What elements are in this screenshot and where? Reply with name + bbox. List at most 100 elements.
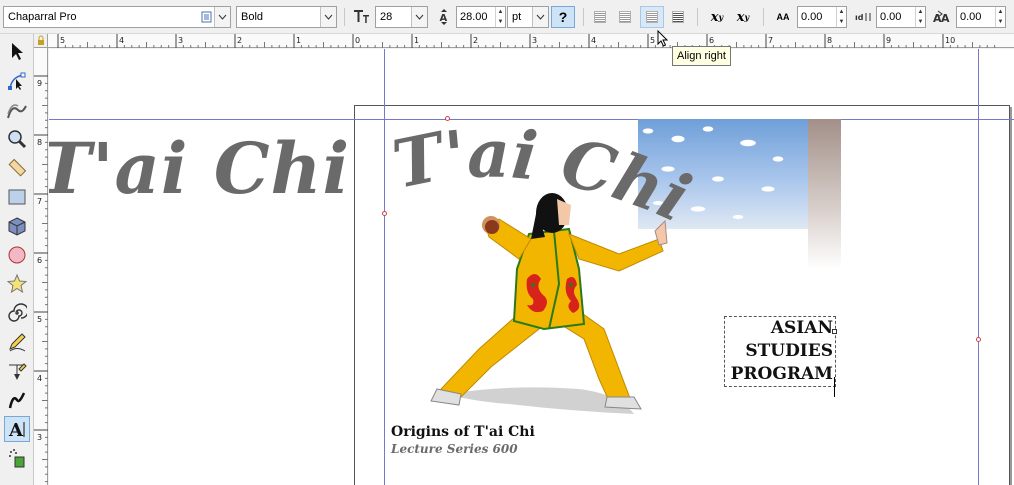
align-left-icon	[594, 11, 606, 23]
star-tool[interactable]	[4, 271, 30, 297]
ruler-label: 4	[37, 374, 42, 383]
origins-subtitle[interactable]: Lecture Series 600	[391, 442, 518, 456]
font-family-combo[interactable]: Chaparral Pro	[3, 6, 231, 28]
align-center-button[interactable]	[615, 6, 635, 28]
origins-title[interactable]: Origins of T'ai Chi	[391, 424, 535, 440]
tooltip: Align right	[672, 46, 731, 66]
tweak-tool[interactable]	[4, 97, 30, 123]
transform-handle[interactable]	[976, 337, 981, 342]
pen-tool[interactable]	[4, 358, 30, 384]
ruler-label: 9	[886, 36, 891, 45]
drawing-canvas[interactable]: T'ai Chi T'ai Chi ASIAN STUDIES PROGRAM …	[49, 49, 1014, 485]
ruler-label: 8	[827, 36, 832, 45]
selector-icon	[12, 43, 23, 60]
superscript-label: x	[710, 9, 719, 25]
svg-text:A: A	[8, 420, 24, 439]
rectangle-icon	[8, 189, 26, 205]
subscript-label: x	[736, 9, 745, 25]
lock-icon	[38, 35, 44, 45]
transform-handle[interactable]	[382, 211, 387, 216]
guide-line[interactable]	[978, 49, 979, 485]
text-icon: A	[8, 420, 25, 439]
font-list-icon[interactable]	[198, 9, 214, 25]
kerning-spinner[interactable]: 0.00 ▲ ▼	[956, 6, 1006, 28]
sky-gradient	[808, 119, 841, 269]
left-title-text[interactable]: T'ai Chi	[49, 127, 350, 210]
measure-icon	[8, 158, 27, 177]
align-center-icon	[619, 11, 631, 23]
font-size-value: 28	[380, 11, 393, 23]
align-right-button[interactable]	[640, 6, 664, 28]
toolbar-separator	[344, 8, 345, 26]
word-spacing-icon: ıd	[853, 6, 875, 28]
line-spacing-spinner[interactable]: 28.00 ▲ ▼	[456, 6, 506, 28]
chevron-down-icon[interactable]	[320, 7, 336, 27]
text-caret	[834, 377, 835, 397]
asian-studies-textbox[interactable]: ASIAN STUDIES PROGRAM	[724, 316, 836, 387]
font-size-combo[interactable]: 28	[375, 6, 428, 28]
horizontal-ruler[interactable]: 5 4 3 2 1 0 1 2 3 4 5 6 7 8 9 10	[34, 34, 1014, 48]
letter-spacing-spinner[interactable]: 0.00 ▲ ▼	[797, 6, 847, 28]
selector-tool[interactable]	[4, 38, 30, 64]
ruler-label: 4	[591, 36, 596, 45]
tweak-icon	[7, 104, 27, 119]
font-style-value: Bold	[241, 11, 264, 23]
3d-box-tool[interactable]	[4, 213, 30, 239]
toolbar-separator	[583, 8, 584, 26]
ruler-label: 7	[37, 197, 42, 206]
pencil-tool[interactable]	[4, 329, 30, 355]
spiral-tool[interactable]	[4, 300, 30, 326]
svg-text:ıd: ıd	[855, 13, 864, 22]
ruler-ticks: 5 4 3 2 1 0 1 2 3 4 5 6 7 8 9 10	[57, 34, 996, 48]
spin-arrows[interactable]: ▲ ▼	[836, 7, 846, 27]
ruler-label: 2	[237, 36, 242, 45]
letter-spacing-label: AA	[776, 12, 790, 22]
zoom-icon	[8, 130, 27, 149]
superscript-y: y	[718, 12, 724, 22]
rectangle-tool[interactable]	[4, 184, 30, 210]
line-spacing-value: 28.00	[460, 11, 488, 23]
node-tool[interactable]	[4, 68, 30, 94]
toolbox: A	[0, 34, 34, 485]
spiral-icon	[8, 303, 27, 322]
inkscape-window: Chaparral Pro Bold 28 A 28.00 ▲ ▼ pt ? x…	[0, 0, 1014, 485]
help-button[interactable]: ?	[551, 6, 575, 28]
textbox-resize-handle[interactable]	[832, 329, 837, 334]
spin-arrows[interactable]: ▲ ▼	[995, 7, 1005, 27]
ruler-label: 3	[37, 433, 42, 442]
justify-button[interactable]	[668, 6, 688, 28]
tai-chi-figure[interactable]	[419, 189, 669, 429]
vertical-ruler[interactable]: 9 8 7 6 5 4 3	[34, 48, 48, 485]
transform-handle[interactable]	[445, 116, 450, 121]
ruler-label: 5	[60, 36, 65, 45]
ruler-label: 6	[37, 256, 42, 265]
ruler-label: 5	[37, 315, 42, 324]
spin-arrows[interactable]: ▲ ▼	[915, 7, 925, 27]
chevron-down-icon[interactable]	[214, 7, 230, 27]
font-style-combo[interactable]: Bold	[236, 6, 337, 28]
spray-tool[interactable]	[4, 445, 30, 471]
measure-tool[interactable]	[4, 155, 30, 181]
toolbar-separator	[697, 8, 698, 26]
letter-spacing-icon: AA	[771, 6, 795, 28]
superscript-button[interactable]: xy	[705, 6, 729, 28]
ruler-corner[interactable]	[34, 34, 48, 48]
ruler-label: 1	[296, 36, 301, 45]
word-spacing-spinner[interactable]: 0.00 ▲ ▼	[876, 6, 926, 28]
calligraphy-tool[interactable]	[4, 387, 30, 413]
font-family-value: Chaparral Pro	[8, 11, 77, 23]
mouse-cursor-icon	[657, 30, 669, 47]
chevron-down-icon[interactable]	[411, 7, 427, 27]
chevron-down-icon[interactable]	[532, 7, 548, 27]
pen-icon	[9, 363, 27, 380]
subscript-y: y	[744, 12, 750, 22]
text-tool[interactable]: A	[4, 416, 30, 442]
ellipse-tool[interactable]	[4, 242, 30, 268]
align-left-button[interactable]	[590, 6, 610, 28]
subscript-button[interactable]: xy	[731, 6, 755, 28]
program-line: PROGRAM	[730, 364, 833, 384]
spin-arrows[interactable]: ▲ ▼	[495, 7, 505, 27]
zoom-tool[interactable]	[4, 126, 30, 152]
unit-combo[interactable]: pt	[507, 6, 549, 28]
ruler-label: 9	[37, 79, 42, 88]
